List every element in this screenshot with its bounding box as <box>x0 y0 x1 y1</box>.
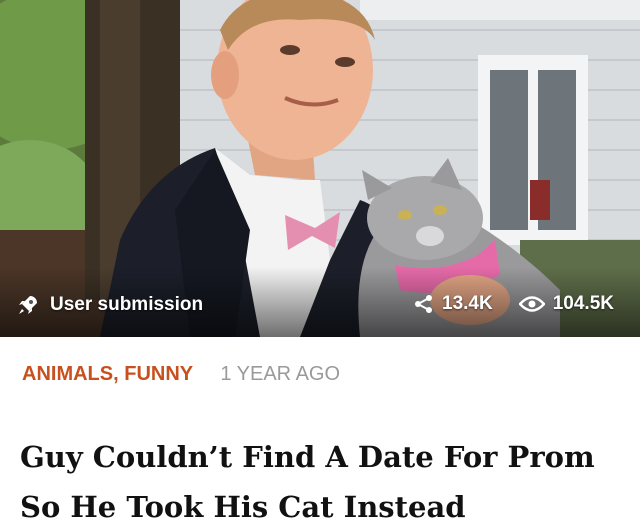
category-separator: , <box>113 363 119 385</box>
category-link-animals[interactable]: ANIMALS <box>22 363 113 385</box>
share-count[interactable]: 13.4K <box>414 293 493 315</box>
post-meta: ANIMALS, FUNNY 1 YEAR AGO <box>22 363 340 386</box>
share-count-value: 13.4K <box>442 293 493 314</box>
post-time-ago: 1 YEAR AGO <box>220 363 341 385</box>
share-icon <box>414 294 434 314</box>
user-submission-badge[interactable]: User submission <box>16 293 203 317</box>
view-count-value: 104.5K <box>552 293 614 314</box>
post-title[interactable]: Guy Couldn’t Find A Date For Prom So He … <box>20 432 620 532</box>
post-hero-image[interactable]: User submission 13.4K 104.5K <box>0 0 640 337</box>
view-count: 104.5K <box>518 293 614 315</box>
badge-label: User submission <box>50 294 204 315</box>
rocket-icon <box>16 293 40 317</box>
post-stats: 13.4K 104.5K <box>414 293 614 315</box>
eye-icon <box>518 294 545 314</box>
category-link-funny[interactable]: FUNNY <box>124 363 193 385</box>
